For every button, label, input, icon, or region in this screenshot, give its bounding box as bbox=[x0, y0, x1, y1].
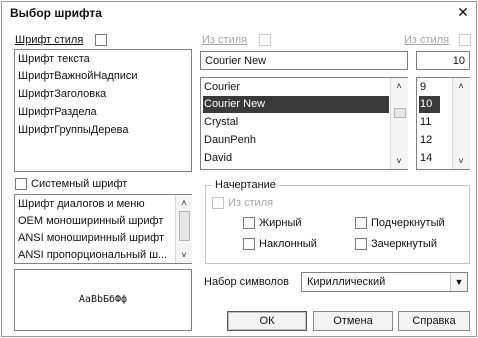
font-name-input[interactable]: Courier New bbox=[200, 51, 408, 70]
italic-checkbox[interactable] bbox=[243, 238, 255, 250]
list-item[interactable]: David bbox=[203, 150, 389, 167]
list-item[interactable]: 9 bbox=[419, 79, 440, 96]
system-font-list[interactable]: Шрифт диалогов и меню OEM моноширинный ш… bbox=[14, 194, 192, 264]
scrollbar-thumb[interactable] bbox=[394, 108, 406, 118]
dialog-title: Выбор шрифта bbox=[10, 6, 102, 20]
preview-text: AaBbБбФф bbox=[78, 294, 128, 305]
system-font-label: Системный шрифт bbox=[31, 178, 128, 190]
strikethrough-label: Зачеркнутый bbox=[371, 238, 437, 250]
scroll-up-icon[interactable]: ˄ bbox=[455, 80, 467, 92]
scroll-down-icon[interactable]: ˅ bbox=[393, 155, 405, 167]
scroll-down-icon[interactable]: ˅ bbox=[178, 249, 190, 261]
font-name-from-style-checkbox bbox=[259, 34, 271, 46]
cancel-button[interactable]: Отмена bbox=[313, 311, 393, 331]
style-font-label: Шрифт стиля bbox=[15, 34, 84, 46]
font-size-list[interactable]: 9 10 11 12 14 ˄ ˅ bbox=[416, 77, 470, 170]
font-size-from-style-checkbox bbox=[459, 34, 471, 46]
scrollbar-thumb[interactable] bbox=[179, 211, 190, 241]
list-item[interactable]: ШрифтРаздела bbox=[17, 104, 190, 121]
list-item[interactable]: Courier bbox=[203, 79, 389, 96]
list-item[interactable]: DaunPenh bbox=[203, 132, 389, 149]
bold-label: Жирный bbox=[259, 217, 302, 229]
list-item[interactable]: ШрифтГруппыДерева bbox=[17, 122, 190, 139]
font-name-scrollbar[interactable]: ˄ ˅ bbox=[390, 78, 408, 169]
scroll-up-icon[interactable]: ˄ bbox=[393, 80, 405, 92]
list-item[interactable]: ANSI моноширинный шрифт bbox=[17, 230, 176, 247]
scroll-up-icon[interactable]: ˄ bbox=[178, 197, 190, 209]
list-item[interactable]: ШрифтВажнойНадписи bbox=[17, 68, 190, 85]
list-item[interactable]: OEM моноширинный шрифт bbox=[17, 213, 176, 230]
underline-label: Подчеркнутый bbox=[371, 217, 445, 229]
list-item-selected[interactable]: Courier New bbox=[203, 96, 389, 113]
font-size-input[interactable]: 10 bbox=[416, 51, 470, 70]
list-item[interactable]: 12 bbox=[419, 132, 440, 149]
list-item[interactable]: 14 bbox=[419, 150, 440, 167]
preview-panel: AaBbБбФф bbox=[14, 269, 192, 331]
list-item[interactable]: ШрифтЗаголовка bbox=[17, 86, 190, 103]
style-from-style-label: Из стиля bbox=[228, 197, 274, 209]
style-font-list[interactable]: Шрифт текста ШрифтВажнойНадписи ШрифтЗаг… bbox=[14, 49, 192, 172]
font-name-list[interactable]: Courier Courier New Crystal DaunPenh Dav… bbox=[200, 77, 408, 170]
close-icon[interactable]: ✕ bbox=[456, 5, 470, 19]
system-font-checkbox[interactable] bbox=[15, 178, 27, 190]
font-size-value: 10 bbox=[452, 55, 465, 67]
underline-checkbox[interactable] bbox=[355, 217, 367, 229]
font-size-scrollbar[interactable]: ˄ ˅ bbox=[452, 78, 470, 169]
italic-label: Наклонный bbox=[259, 238, 317, 250]
help-button[interactable]: Справка bbox=[398, 311, 470, 331]
scroll-down-icon[interactable]: ˅ bbox=[455, 155, 467, 167]
list-item[interactable]: Crystal bbox=[203, 114, 389, 131]
system-font-scrollbar[interactable]: ˄ ˅ bbox=[175, 195, 192, 263]
ok-button[interactable]: ОК bbox=[227, 311, 307, 331]
list-item[interactable]: Шрифт текста bbox=[17, 51, 190, 68]
style-group-title: Начертание bbox=[212, 179, 279, 192]
charset-value: Кириллический bbox=[307, 276, 386, 288]
list-item-selected[interactable]: 10 bbox=[419, 96, 440, 113]
chevron-down-icon[interactable]: ▼ bbox=[450, 273, 467, 291]
style-from-style-checkbox bbox=[212, 197, 224, 209]
charset-label: Набор символов bbox=[204, 276, 289, 288]
font-name-from-style-label: Из стиля bbox=[202, 34, 248, 46]
strikethrough-checkbox[interactable] bbox=[355, 238, 367, 250]
list-item[interactable]: ANSI пропорциональный ш... bbox=[17, 247, 176, 264]
font-size-from-style-label: Из стиля bbox=[404, 34, 450, 46]
bold-checkbox[interactable] bbox=[243, 217, 255, 229]
charset-select[interactable]: Кириллический ▼ bbox=[301, 272, 468, 292]
font-name-value: Courier New bbox=[205, 55, 267, 67]
list-item[interactable]: 11 bbox=[419, 114, 440, 131]
list-item[interactable]: Шрифт диалогов и меню bbox=[17, 196, 176, 213]
style-font-checkbox[interactable] bbox=[95, 34, 107, 46]
